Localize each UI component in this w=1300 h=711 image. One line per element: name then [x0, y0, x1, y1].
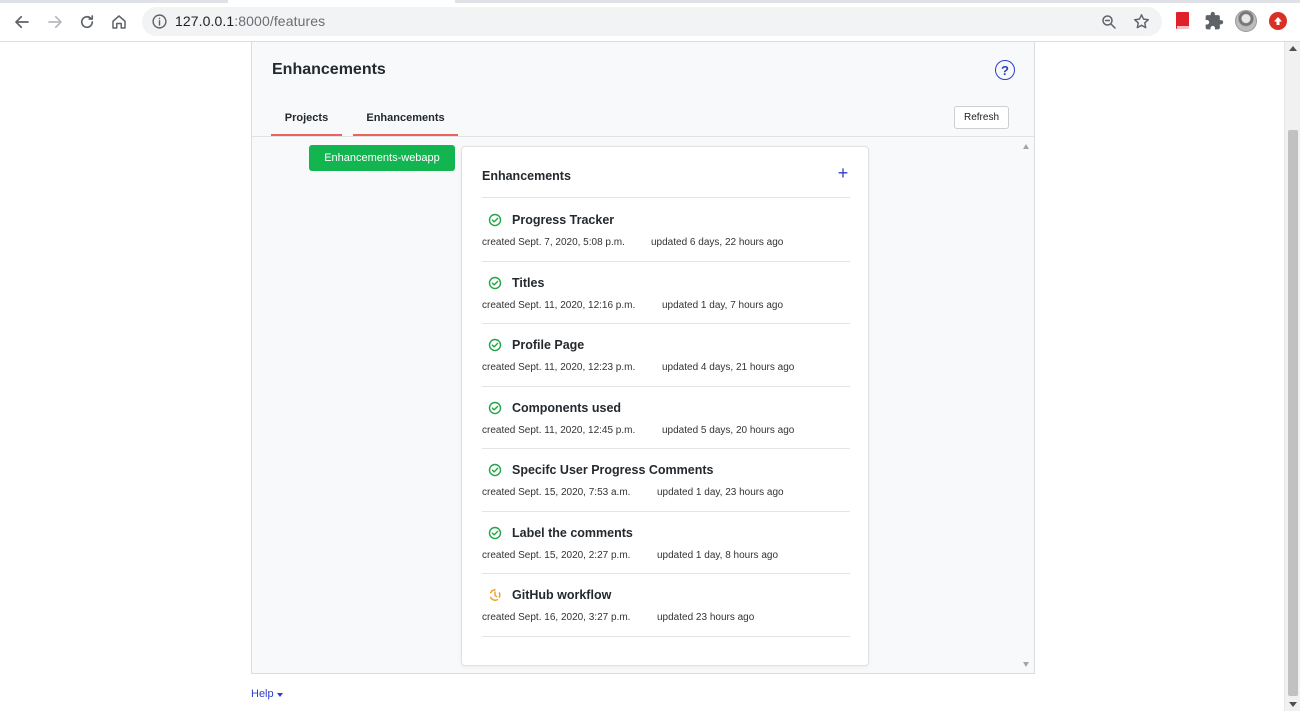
help-label: Help	[251, 688, 274, 700]
card-header: Enhancements +	[482, 164, 850, 198]
scroll-up-arrow[interactable]	[1289, 46, 1297, 51]
address-bar[interactable]: 127.0.0.1:8000/features	[142, 7, 1162, 36]
item-created: created Sept. 15, 2020, 7:53 a.m.	[482, 487, 631, 498]
scroll-down-arrow[interactable]	[1289, 702, 1297, 707]
bookmark-star-icon[interactable]	[1132, 12, 1151, 31]
check-circle-icon	[488, 401, 502, 414]
board-scroll-down[interactable]	[1023, 662, 1029, 667]
tabs-divider	[252, 136, 1034, 137]
item-title[interactable]: Progress Tracker	[512, 213, 614, 227]
zoom-icon[interactable]	[1100, 13, 1118, 31]
check-circle-icon	[488, 463, 502, 477]
list-item[interactable]: Label the comments created Sept. 15, 202…	[482, 512, 850, 574]
project-chip[interactable]: Enhancements-webapp	[309, 145, 455, 171]
arrow-right-icon	[48, 15, 62, 29]
browser-toolbar: 127.0.0.1:8000/features	[0, 0, 1300, 42]
item-created: created Sept. 11, 2020, 12:23 p.m.	[482, 362, 636, 373]
item-created: created Sept. 15, 2020, 2:27 p.m.	[482, 549, 631, 561]
url-path: :8000/features	[234, 13, 326, 29]
arrow-left-icon	[15, 15, 29, 29]
url-host: 127.0.0.1	[175, 13, 235, 29]
item-title[interactable]: Profile Page	[512, 338, 584, 352]
item-updated: updated 6 days, 22 hours ago	[651, 237, 784, 248]
features-panel: Enhancements ? Projects Enhancements Ref…	[251, 42, 1035, 674]
page-scrollbar[interactable]	[1284, 42, 1300, 711]
scrollbar-thumb[interactable]	[1288, 130, 1298, 696]
extensions-puzzle-icon[interactable]	[1204, 11, 1224, 31]
help-dropdown[interactable]: Help	[251, 688, 283, 700]
list-item[interactable]: Titles created Sept. 11, 2020, 12:16 p.m…	[482, 262, 850, 324]
item-updated: updated 5 days, 20 hours ago	[662, 424, 795, 436]
help-question-icon[interactable]: ?	[995, 60, 1015, 80]
check-circle-icon	[488, 526, 502, 539]
item-created: created Sept. 11, 2020, 12:16 p.m.	[482, 299, 636, 311]
card-title: Enhancements	[482, 169, 571, 183]
item-updated: updated 1 day, 7 hours ago	[662, 299, 784, 311]
in-progress-icon	[489, 589, 501, 601]
item-updated: updated 4 days, 21 hours ago	[662, 362, 795, 373]
board-content: Enhancements-webapp Enhancements + Progr…	[252, 138, 1034, 673]
url-text[interactable]: 127.0.0.1:8000/features	[175, 13, 325, 30]
tab-strip	[0, 0, 1300, 3]
item-title[interactable]: GitHub workflow	[512, 588, 611, 602]
item-updated: updated 23 hours ago	[657, 612, 755, 623]
item-title[interactable]: Specifc User Progress Comments	[512, 463, 713, 477]
item-title[interactable]: Label the comments	[512, 526, 633, 540]
check-circle-icon	[488, 276, 502, 289]
red-book-extension-icon[interactable]	[1173, 11, 1193, 31]
check-circle-icon	[488, 338, 502, 352]
list-item[interactable]: Profile Page created Sept. 11, 2020, 12:…	[482, 324, 850, 387]
check-circle-icon	[488, 213, 502, 227]
item-title[interactable]: Components used	[512, 401, 621, 415]
item-created: created Sept. 16, 2020, 3:27 p.m.	[482, 612, 631, 623]
reload-button[interactable]	[75, 10, 99, 34]
board-scroll-up[interactable]	[1023, 144, 1029, 149]
item-created: created Sept. 11, 2020, 12:45 p.m.	[482, 424, 636, 436]
profile-avatar[interactable]	[1235, 10, 1257, 32]
update-arrow-icon[interactable]	[1269, 12, 1287, 30]
list-item[interactable]: Specifc User Progress Comments created S…	[482, 449, 850, 512]
tab-projects[interactable]: Projects	[271, 102, 342, 136]
list-item[interactable]: GitHub workflow created Sept. 16, 2020, …	[482, 574, 850, 637]
refresh-button[interactable]: Refresh	[954, 106, 1009, 129]
page-title: Enhancements	[272, 61, 386, 78]
info-icon[interactable]	[151, 13, 168, 30]
reload-icon	[80, 15, 94, 29]
item-updated: updated 1 day, 8 hours ago	[657, 549, 779, 561]
plus-icon[interactable]: +	[836, 164, 850, 182]
list-item[interactable]: Components used created Sept. 11, 2020, …	[482, 387, 850, 449]
board-scrollbar[interactable]	[1020, 138, 1032, 673]
back-button[interactable]	[10, 10, 34, 34]
item-title[interactable]: Titles	[512, 276, 544, 290]
enhancements-card: Enhancements + Progress Tracker created …	[461, 146, 869, 666]
caret-down-icon	[276, 693, 283, 697]
item-created: created Sept. 7, 2020, 5:08 p.m.	[482, 237, 625, 248]
arrow-up-icon	[1274, 17, 1282, 25]
home-button[interactable]	[107, 10, 131, 34]
tab-enhancements[interactable]: Enhancements	[353, 102, 458, 136]
item-updated: updated 1 day, 23 hours ago	[657, 487, 784, 498]
enhancement-list: Progress Tracker created Sept. 7, 2020, …	[482, 199, 850, 637]
forward-button[interactable]	[43, 10, 67, 34]
list-item[interactable]: Progress Tracker created Sept. 7, 2020, …	[482, 199, 850, 262]
home-icon	[112, 15, 126, 29]
